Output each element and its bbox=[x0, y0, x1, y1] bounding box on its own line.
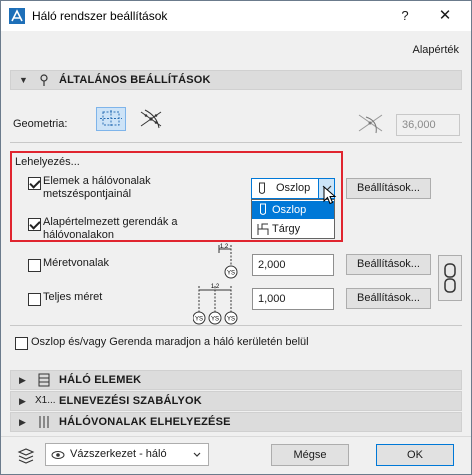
link-values-button[interactable] bbox=[438, 255, 462, 301]
dimension-settings-button[interactable]: Beállítások... bbox=[346, 254, 431, 275]
window-title: Háló rendszer beállítások bbox=[32, 9, 168, 23]
mouse-cursor-icon bbox=[323, 186, 337, 205]
ys-badge-text: YS bbox=[227, 317, 235, 323]
full-size-label: Teljes méret bbox=[43, 291, 103, 303]
dropdown-option-object[interactable]: Tárgy bbox=[252, 220, 334, 238]
elements-label-line1: Elemek a hálóvonalak bbox=[43, 175, 151, 187]
help-button[interactable]: ? bbox=[393, 6, 417, 26]
dialog-footer: Vázszerkezet - háló Mégse OK bbox=[1, 436, 471, 474]
ys-badge-text: YS bbox=[227, 271, 235, 277]
full-size-checkbox[interactable] bbox=[28, 293, 41, 306]
general-settings-header[interactable]: ▼ ÁLTALÁNOS BEÁLLÍTÁSOK bbox=[10, 70, 462, 90]
gridline-placement-header[interactable]: ▶ HÁLÓVONALAK ELHELYEZÉSE bbox=[10, 412, 462, 432]
object-icon bbox=[257, 223, 269, 235]
ys-badge-text: YS bbox=[195, 317, 203, 323]
dropdown-option-label: Tárgy bbox=[272, 223, 301, 235]
chevron-down-icon bbox=[193, 452, 201, 457]
naming-rules-header[interactable]: ▶ X1... ELNEVEZÉSI SZABÁLYOK bbox=[10, 391, 462, 411]
dimension-lines-checkbox[interactable] bbox=[28, 259, 41, 272]
dimension-lines-label: Méretvonalak bbox=[43, 257, 110, 269]
rectangular-grid-button[interactable] bbox=[96, 107, 126, 131]
naming-icon: X1... bbox=[35, 395, 56, 406]
pin-icon bbox=[40, 74, 48, 86]
keep-inside-boundary-checkbox[interactable] bbox=[15, 337, 28, 350]
ys-badge-text: YS bbox=[211, 317, 219, 323]
dropdown-selected-value: Oszlop bbox=[276, 182, 311, 194]
beams-label-line2: hálóvonalakon bbox=[43, 229, 114, 241]
polar-grid-icon bbox=[140, 109, 162, 129]
grid-elements-header[interactable]: ▶ HÁLÓ ELEMEK bbox=[10, 370, 462, 390]
expand-triangle-icon: ▶ bbox=[19, 396, 26, 406]
size-text: 1,2 bbox=[220, 244, 229, 250]
elements-label-line2: metszéspontjainál bbox=[43, 188, 132, 200]
title-bar: Háló rendszer beállítások ? ✕ bbox=[1, 1, 471, 31]
expand-triangle-icon: ▶ bbox=[19, 375, 26, 385]
default-beams-checkbox[interactable] bbox=[28, 218, 41, 231]
close-button[interactable]: ✕ bbox=[433, 6, 457, 26]
archicad-app-icon bbox=[9, 8, 25, 24]
collapse-triangle-icon: ▼ bbox=[19, 75, 28, 85]
divider bbox=[10, 142, 462, 143]
full-size-settings-button[interactable]: Beállítások... bbox=[346, 288, 431, 309]
geometry-label: Geometria: bbox=[13, 118, 68, 130]
grid-elements-title: HÁLÓ ELEMEK bbox=[59, 374, 142, 386]
keep-inside-boundary-label: Oszlop és/vagy Gerenda maradjon a háló k… bbox=[31, 336, 309, 348]
column-icon bbox=[259, 182, 265, 194]
polar-grid-button[interactable] bbox=[136, 107, 166, 131]
placement-settings-button[interactable]: Beállítások... bbox=[346, 178, 431, 199]
angle-field[interactable]: 36,000 bbox=[396, 114, 460, 136]
grid-elements-icon bbox=[38, 373, 50, 387]
ok-button[interactable]: OK bbox=[376, 444, 454, 466]
general-settings-title: ÁLTALÁNOS BEÁLLÍTÁSOK bbox=[59, 74, 211, 86]
gridline-placement-title: HÁLÓVONALAK ELHELYEZÉSE bbox=[59, 416, 231, 428]
dialog-window: Háló rendszer beállítások ? ✕ Alapérték … bbox=[0, 0, 472, 475]
beams-label-line1: Alapértelmezett gerendák a bbox=[43, 216, 178, 228]
dimension-line-icon: YS 1,2 bbox=[218, 244, 238, 279]
rectangular-grid-icon bbox=[100, 110, 122, 127]
angle-icon bbox=[358, 114, 383, 134]
elements-at-intersections-checkbox[interactable] bbox=[28, 177, 41, 190]
dimension-lines-field[interactable]: 2,000 bbox=[252, 254, 334, 276]
layers-icon bbox=[17, 448, 35, 464]
naming-rules-title: ELNEVEZÉSI SZABÁLYOK bbox=[59, 395, 202, 407]
full-dimension-icon: YS YS YS 1,2 bbox=[193, 284, 238, 325]
dropdown-option-column[interactable]: Oszlop bbox=[252, 201, 334, 219]
expand-triangle-icon: ▶ bbox=[19, 417, 26, 427]
size-text: 1,2 bbox=[211, 284, 220, 290]
full-size-field[interactable]: 1,000 bbox=[252, 288, 334, 310]
default-favorites-link[interactable]: Alapérték bbox=[413, 44, 459, 56]
divider bbox=[10, 325, 462, 326]
dialog-content: Alapérték ▼ ÁLTALÁNOS BEÁLLÍTÁSOK Geomet… bbox=[1, 31, 471, 436]
layer-select-value: Vázszerkezet - háló bbox=[70, 448, 167, 460]
gridline-placement-icon bbox=[39, 416, 49, 428]
column-icon bbox=[260, 203, 266, 215]
layer-select[interactable]: Vázszerkezet - háló bbox=[45, 443, 209, 466]
chain-link-icon bbox=[444, 263, 456, 293]
eye-icon bbox=[51, 451, 65, 459]
dropdown-option-label: Oszlop bbox=[272, 204, 307, 216]
cancel-button[interactable]: Mégse bbox=[271, 444, 349, 466]
